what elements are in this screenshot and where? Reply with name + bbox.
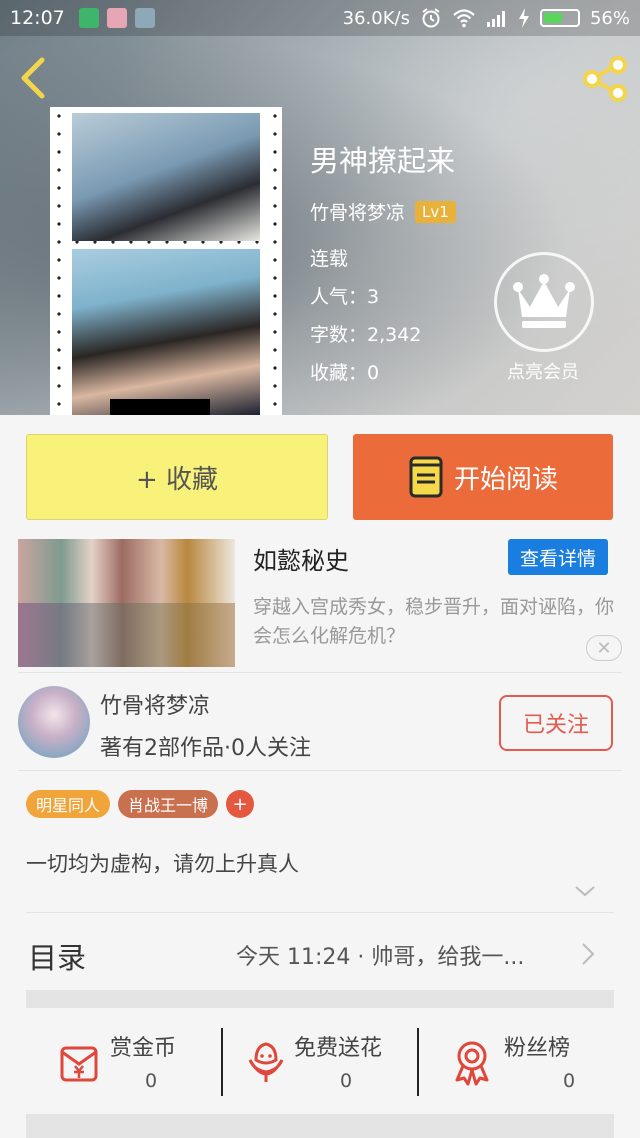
ad-description: 穿越入宫成秀女，稳步晋升，面对诬陷，你会怎么化解危机？: [253, 596, 615, 647]
wifi-icon: [453, 9, 475, 28]
latest-chapter: 今天 11:24 · 帅哥，给我一...: [236, 945, 525, 970]
cover-black-bar: [110, 399, 210, 415]
author-card[interactable]: 竹骨将梦凉 著有2部作品·0人关注 已关注: [0, 680, 640, 770]
cover-photo-bottom: [72, 249, 260, 415]
battery-icon: [539, 9, 580, 27]
tag-item[interactable]: 明星同人: [26, 790, 111, 818]
book-popularity: 人气：3: [310, 286, 380, 308]
cover-photo-top: [72, 113, 260, 241]
network-speed: 36.0K/s: [342, 7, 410, 29]
divider: [18, 672, 622, 673]
medal-icon: [455, 1041, 489, 1086]
shield-notification-icon: [78, 8, 99, 28]
book-favorites: 收藏：0: [310, 362, 380, 384]
crown-icon: [513, 274, 575, 328]
flower-icon: [248, 1042, 284, 1082]
book-summary: 一切均为虚构，请勿上升真人: [26, 852, 299, 876]
vip-button[interactable]: 点亮会员: [494, 252, 594, 384]
author-name[interactable]: 竹骨将梦凉: [100, 688, 210, 720]
reward-coin-stat[interactable]: 赏金币 0: [26, 1026, 222, 1098]
author-level-badge: Lv1: [415, 200, 456, 223]
book-icon: [409, 456, 443, 498]
stat-label: 粉丝榜: [504, 1036, 571, 1061]
status-bar: 12:07 36.0K/s 56%: [0, 0, 640, 36]
share-icon: [583, 56, 627, 102]
book-title: 男神撩起来: [310, 144, 456, 178]
signal-icon: [486, 11, 505, 27]
catalog-label: 目录: [28, 941, 87, 975]
stat-label: 赏金币: [110, 1036, 177, 1061]
collect-button[interactable]: + 收藏: [26, 434, 328, 520]
book-status: 连载: [310, 248, 349, 270]
follow-button[interactable]: 已关注: [499, 695, 613, 751]
stat-value: 0: [339, 1070, 353, 1092]
ad-thumbnail[interactable]: [18, 539, 235, 667]
stat-label: 免费送花: [294, 1036, 383, 1061]
bottom-stats: 赏金币 0 免费送花 0 粉丝榜 0: [26, 1026, 614, 1098]
book-author[interactable]: 竹骨将梦凉: [310, 198, 405, 225]
red-envelope-icon: [60, 1046, 98, 1082]
author-stats: 著有2部作品·0人关注: [100, 736, 311, 761]
chevron-right-icon: [582, 943, 595, 965]
alarm-icon: [422, 8, 440, 28]
back-button[interactable]: [14, 56, 54, 100]
close-icon: ✕: [596, 637, 612, 659]
ad-title: 如懿秘史: [253, 547, 349, 575]
divider: [18, 770, 622, 771]
vip-label: 点亮会员: [507, 362, 579, 383]
tag-list: 明星同人 肖战王一博 +: [26, 790, 255, 818]
fan-ranking-stat[interactable]: 粉丝榜 0: [418, 1026, 614, 1098]
collect-label: + 收藏: [135, 464, 219, 495]
tag-item[interactable]: 肖战王一博: [118, 790, 219, 818]
book-word-count: 字数：2,342: [310, 324, 422, 346]
app-notification-icon: [106, 8, 127, 28]
battery-percent: 56%: [589, 7, 630, 29]
free-flower-stat[interactable]: 免费送花 0: [222, 1026, 418, 1098]
charging-icon: [518, 8, 529, 28]
catalog-row[interactable]: 目录 今天 11:24 · 帅哥，给我一...: [26, 912, 614, 990]
section-separator: [26, 1114, 614, 1138]
status-time: 12:07: [10, 7, 65, 29]
author-avatar[interactable]: [18, 686, 90, 758]
status-right: 36.0K/s 56%: [343, 7, 630, 29]
expand-summary-button[interactable]: [574, 882, 596, 900]
book-header: 12:07 36.0K/s 56% 男神撩起来 竹骨将梦凉 Lv1 连载 人气：…: [0, 0, 640, 415]
document-notification-icon: [134, 8, 155, 28]
chevron-left-icon: [21, 57, 45, 99]
book-author-row: 竹骨将梦凉 Lv1: [310, 198, 456, 225]
section-separator: [26, 990, 614, 1008]
stat-value: 0: [562, 1070, 576, 1092]
chevron-down-icon: [575, 886, 595, 897]
share-button[interactable]: [580, 54, 630, 104]
ad-close-button[interactable]: ✕: [586, 635, 622, 661]
stat-value: 0: [144, 1070, 158, 1092]
ad-banner[interactable]: 如懿秘史 查看详情 穿越入宫成秀女，稳步晋升，面对诬陷，你会怎么化解危机？ ✕: [18, 537, 622, 667]
book-cover[interactable]: [50, 107, 282, 415]
start-reading-label: 开始阅读: [453, 464, 558, 495]
vip-circle: [494, 252, 594, 352]
add-tag-button[interactable]: +: [226, 790, 255, 818]
start-reading-button[interactable]: 开始阅读: [353, 434, 613, 520]
view-details-button[interactable]: 查看详情: [508, 539, 608, 575]
